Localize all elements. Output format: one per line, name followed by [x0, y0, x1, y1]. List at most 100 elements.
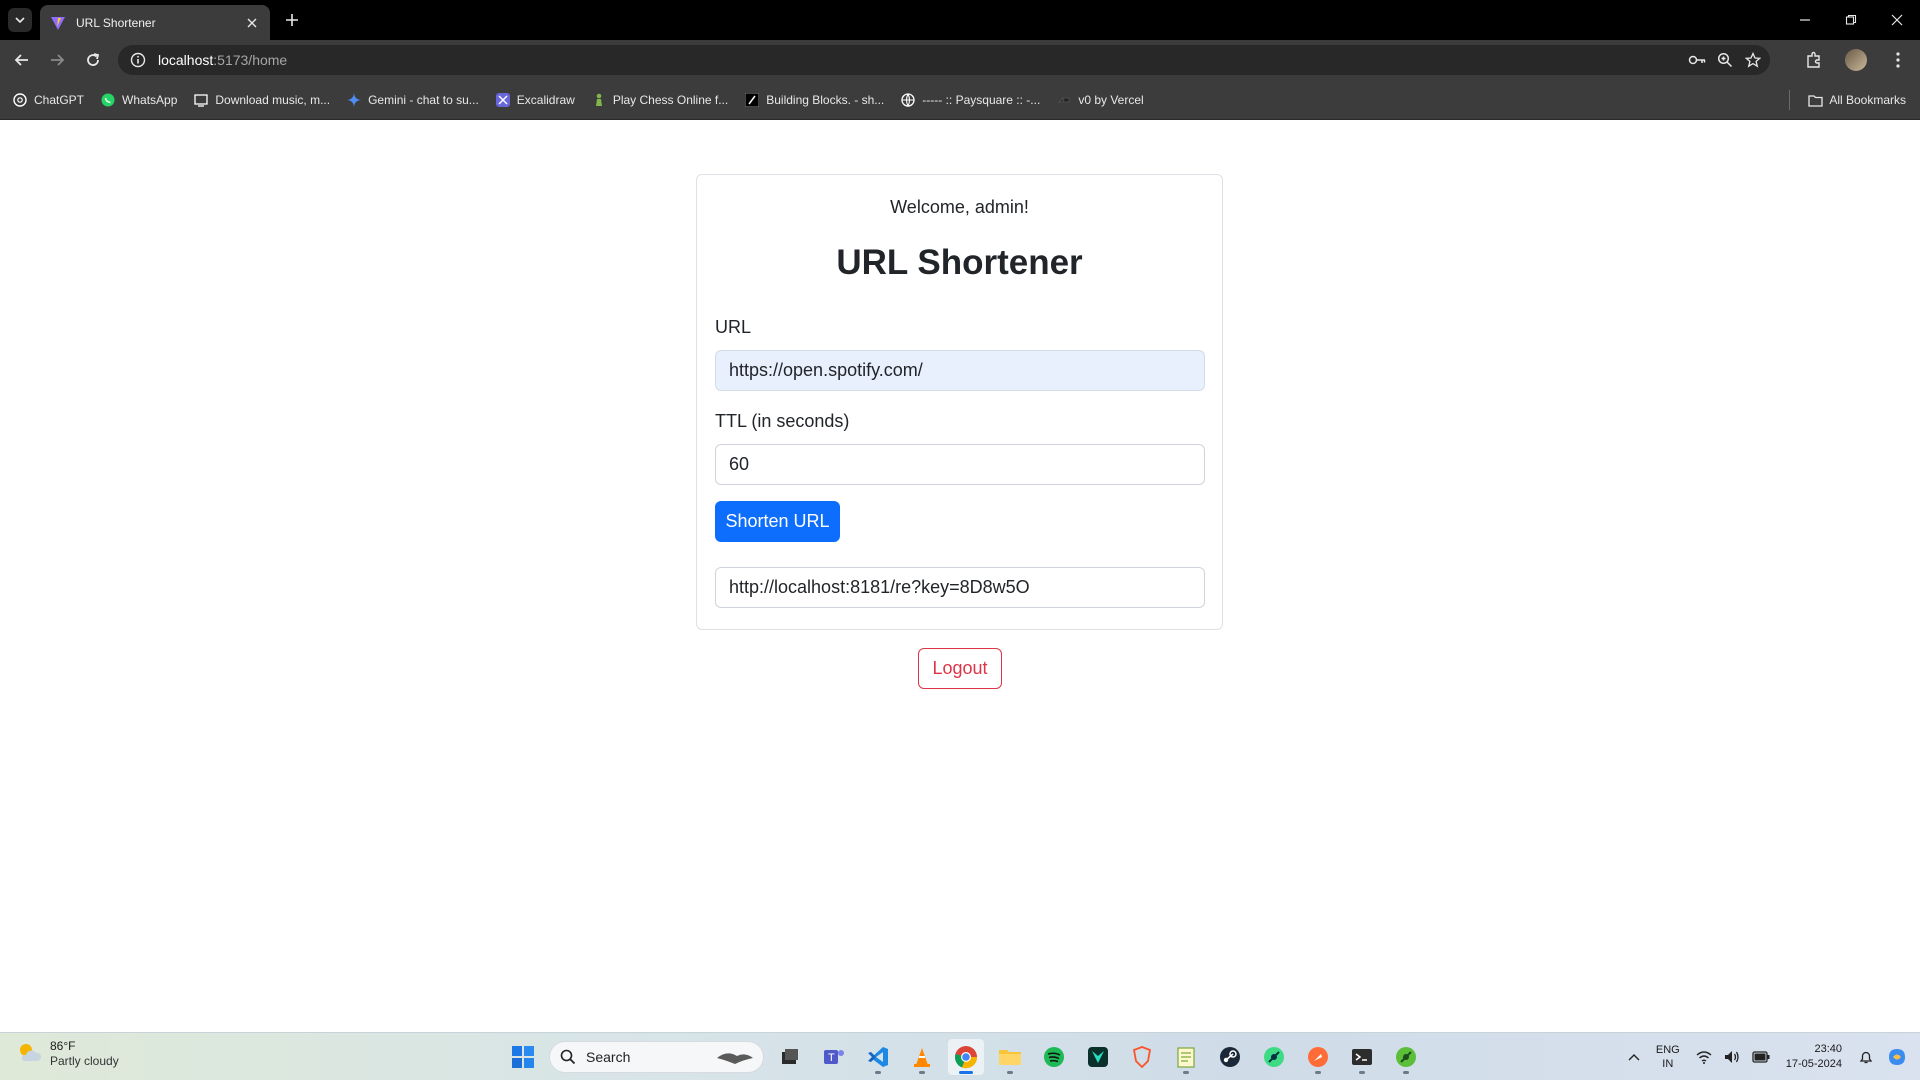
bookmarks-bar: ChatGPT WhatsApp Download music, m... Ge…: [0, 80, 1920, 120]
task-view-icon[interactable]: [772, 1039, 808, 1075]
chrome-icon[interactable]: [948, 1039, 984, 1075]
bookmark-label: Building Blocks. - sh...: [766, 92, 885, 107]
vercel-icon: [1056, 92, 1072, 108]
copilot-icon[interactable]: [1886, 1046, 1908, 1068]
android-studio-icon[interactable]: [1256, 1039, 1292, 1075]
clock-date: 17-05-2024: [1785, 1058, 1842, 1070]
chatgpt-icon: [12, 92, 28, 108]
bookmark-label: Download music, m...: [215, 92, 331, 107]
extensions-icon[interactable]: [1802, 48, 1826, 72]
brave-icon[interactable]: [1124, 1039, 1160, 1075]
bookmark-star-icon[interactable]: [1744, 51, 1762, 69]
terminal-icon[interactable]: [1344, 1039, 1380, 1075]
password-key-icon[interactable]: [1688, 51, 1706, 69]
system-clock[interactable]: 23:40 17-05-2024: [1786, 1042, 1842, 1072]
browser-tab-bar: URL Shortener: [0, 0, 1920, 40]
windows-logo-icon: [512, 1046, 534, 1068]
url-input[interactable]: [715, 350, 1205, 391]
site-info-icon[interactable]: [130, 52, 146, 68]
address-bar[interactable]: localhost:5173/home: [118, 45, 1770, 75]
android-studio-2-icon[interactable]: [1388, 1039, 1424, 1075]
windows-taskbar: 86°F Partly cloudy Search T ENG IN 23:40…: [0, 1032, 1920, 1080]
start-button[interactable]: [505, 1039, 541, 1075]
teams-icon[interactable]: T: [816, 1039, 852, 1075]
volume-icon[interactable]: [1724, 1050, 1740, 1064]
new-tab-icon[interactable]: [280, 8, 304, 32]
weather-temperature: 86°F: [50, 1039, 76, 1053]
zoom-icon[interactable]: [1716, 51, 1734, 69]
running-indicator: [875, 1071, 881, 1074]
download-icon: [193, 92, 209, 108]
bookmark-vercel[interactable]: v0 by Vercel: [1056, 92, 1144, 108]
search-highlight-icon: [715, 1048, 755, 1068]
chrome-menu-icon[interactable]: [1886, 48, 1910, 72]
reload-icon[interactable]: [81, 48, 105, 72]
all-bookmarks-button[interactable]: All Bookmarks: [1807, 92, 1906, 108]
spotify-icon[interactable]: [1036, 1039, 1072, 1075]
bookmark-label: v0 by Vercel: [1078, 92, 1144, 107]
browser-tab[interactable]: URL Shortener: [40, 5, 270, 40]
running-indicator: [1359, 1071, 1365, 1074]
bookmark-chatgpt[interactable]: ChatGPT: [12, 92, 84, 108]
bookmark-gemini[interactable]: Gemini - chat to su...: [346, 92, 479, 108]
ttl-input[interactable]: [715, 444, 1205, 485]
close-window-icon[interactable]: [1874, 0, 1920, 40]
file-explorer-icon[interactable]: [992, 1039, 1028, 1075]
shortener-card: Welcome, admin! URL Shortener URL TTL (i…: [696, 174, 1223, 630]
bookmark-excalidraw[interactable]: Excalidraw: [495, 92, 575, 108]
bookmark-label: Gemini - chat to su...: [368, 92, 479, 107]
weather-widget[interactable]: 86°F Partly cloudy: [16, 1039, 119, 1069]
tab-search-icon[interactable]: [8, 8, 32, 32]
running-indicator: [919, 1071, 925, 1074]
bookmarks-divider: [1789, 90, 1790, 110]
bookmark-download-music[interactable]: Download music, m...: [193, 92, 330, 108]
bookmark-whatsapp[interactable]: WhatsApp: [100, 92, 177, 108]
weather-description: Partly cloudy: [50, 1054, 119, 1068]
url-label: URL: [715, 317, 752, 337]
vscode-icon[interactable]: [860, 1039, 896, 1075]
bookmark-label: Play Chess Online f...: [612, 92, 729, 107]
chevron-up-icon[interactable]: [1628, 1053, 1640, 1061]
ttl-label: TTL (in seconds): [715, 411, 850, 431]
whatsapp-icon: [100, 92, 116, 108]
shorten-url-button[interactable]: Shorten URL: [715, 501, 840, 542]
bookmark-label: WhatsApp: [122, 92, 178, 107]
vlc-icon[interactable]: [904, 1039, 940, 1075]
short-url-output[interactable]: [715, 567, 1205, 608]
browser-toolbar: localhost:5173/home: [0, 40, 1920, 80]
back-icon[interactable]: [10, 48, 34, 72]
notepad-icon[interactable]: [1168, 1039, 1204, 1075]
gemini-icon: [346, 92, 362, 108]
svg-text:T: T: [828, 1052, 835, 1064]
bookmark-label: Excalidraw: [516, 92, 575, 107]
address-url[interactable]: localhost:5173/home: [158, 52, 287, 68]
partly-cloudy-icon: [16, 1041, 42, 1068]
language-code: ENG: [1655, 1044, 1680, 1056]
steam-icon[interactable]: [1212, 1039, 1248, 1075]
url-host: localhost: [158, 52, 214, 68]
predator-sense-icon[interactable]: [1080, 1039, 1116, 1075]
battery-icon[interactable]: [1752, 1051, 1770, 1063]
language-region: IN: [1662, 1058, 1674, 1070]
tab-title: URL Shortener: [76, 15, 156, 30]
wifi-icon[interactable]: [1696, 1050, 1712, 1064]
profile-avatar-icon[interactable]: [1844, 48, 1868, 72]
restore-icon[interactable]: [1828, 0, 1874, 40]
language-indicator[interactable]: ENG IN: [1656, 1043, 1680, 1071]
close-tab-icon[interactable]: [242, 13, 262, 33]
welcome-message: Welcome, admin!: [890, 197, 1029, 217]
active-indicator: [959, 1071, 973, 1074]
postman-icon[interactable]: [1300, 1039, 1336, 1075]
globe-icon: [900, 92, 916, 108]
bookmark-building-blocks[interactable]: Building Blocks. - sh...: [744, 92, 884, 108]
url-path: :5173/home: [213, 52, 288, 68]
bookmark-chess[interactable]: Play Chess Online f...: [591, 92, 728, 108]
minimize-icon[interactable]: [1782, 0, 1828, 40]
running-indicator: [1183, 1071, 1189, 1074]
logout-button[interactable]: Logout: [918, 648, 1002, 689]
forward-icon[interactable]: [45, 48, 69, 72]
taskbar-search[interactable]: Search: [549, 1041, 764, 1073]
clock-time: 23:40: [1814, 1043, 1842, 1055]
bookmark-paysquare[interactable]: ----- :: Paysquare :: -...: [900, 92, 1040, 108]
notification-bell-icon[interactable]: [1858, 1049, 1874, 1065]
